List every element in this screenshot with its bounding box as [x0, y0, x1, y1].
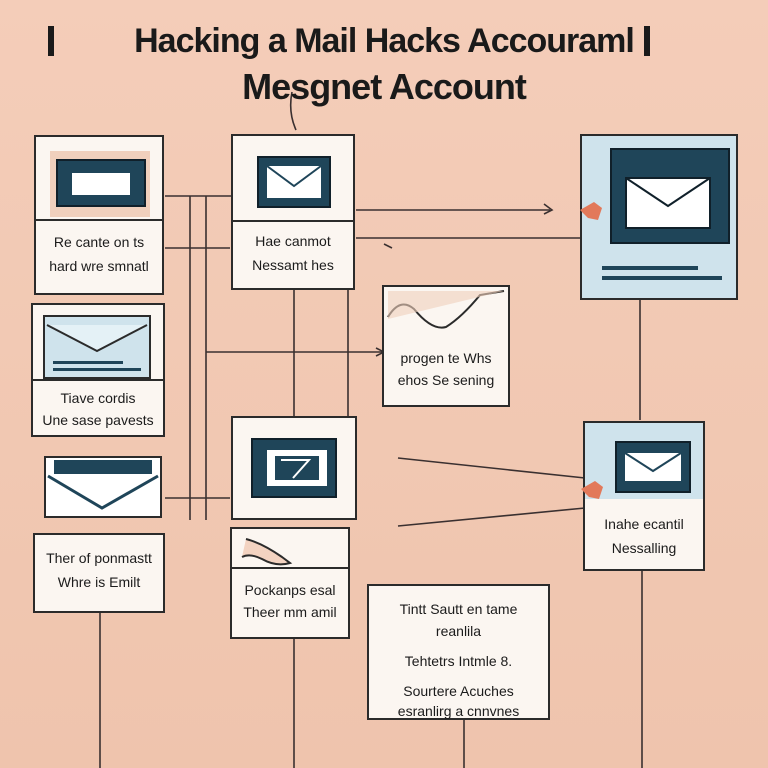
card-5-label-2: Theer mm amil: [243, 604, 337, 620]
card-4-label-2: Whre is Emilt: [57, 574, 141, 590]
title-line-1: Hacking a Mail Hacks Accouraml: [134, 22, 635, 60]
diagram-canvas: Hacking a Mail Hacks Accouraml Mesgnet A…: [0, 0, 768, 768]
card-1-label-1: Re cante on ts: [53, 234, 145, 250]
monitor-panel: [580, 134, 738, 300]
card-8-label-2: Nessalling: [611, 540, 677, 556]
card-5-label-1: Pockanps esal: [244, 582, 336, 598]
card-5: Pockanps esal Theer mm amil: [230, 527, 350, 639]
open-envelope-icon: [387, 290, 505, 329]
card-3-label-1: Tiave cordis: [60, 390, 136, 406]
card-7-label-2: ehos Se sening: [397, 372, 495, 388]
hand-icon: [581, 481, 603, 499]
card-1: Re cante on ts hard wre smnatl: [34, 135, 164, 295]
card-8: Inahe ecantil Nessalling: [581, 421, 705, 571]
card-4-label-1: Ther of ponmastt: [46, 550, 152, 566]
card-6-label-3: Tehtetrs Intmle 8.: [404, 653, 513, 669]
card-6: Tintt Sautt en tame reanlila Tehtetrs In…: [367, 584, 550, 720]
card-4: Ther of ponmastt Whre is Emilt: [33, 533, 165, 613]
envelope-panel: [231, 416, 357, 520]
card-1-label-2: hard wre smnatl: [49, 258, 149, 274]
envelope-icon: [44, 456, 162, 518]
envelope-icon: [257, 156, 331, 208]
envelope-icon: [251, 438, 337, 498]
card-6-label-2: reanlila: [435, 623, 482, 639]
title-line-2: Mesgnet Account: [242, 66, 527, 107]
envelope-icon: [610, 148, 730, 244]
card-3: Tiave cordis Une sase pavests: [31, 303, 165, 437]
card-2-label-2: Nessamt hes: [252, 257, 334, 273]
envelope-icon: [56, 159, 146, 207]
hand-icon: [241, 538, 293, 566]
card-8-label-1: Inahe ecantil: [604, 516, 684, 532]
card-7: progen te Whs ehos Se sening: [382, 285, 510, 407]
card-6-label-5: esranlirg a cnnvnes: [397, 703, 520, 719]
card-6-label-1: Tintt Sautt en tame: [399, 601, 518, 617]
card-2: Hae canmot Nessamt hes: [231, 134, 355, 290]
open-envelope-icon: [46, 324, 148, 371]
card-7-label-1: progen te Whs: [400, 350, 492, 366]
hand-icon: [580, 202, 602, 220]
envelope-icon: [615, 441, 691, 493]
card-6-label-4: Sourtere Acuches: [403, 683, 514, 699]
card-3-label-2: Une sase pavests: [42, 412, 154, 428]
card-2-label-1: Hae canmot: [255, 233, 331, 249]
